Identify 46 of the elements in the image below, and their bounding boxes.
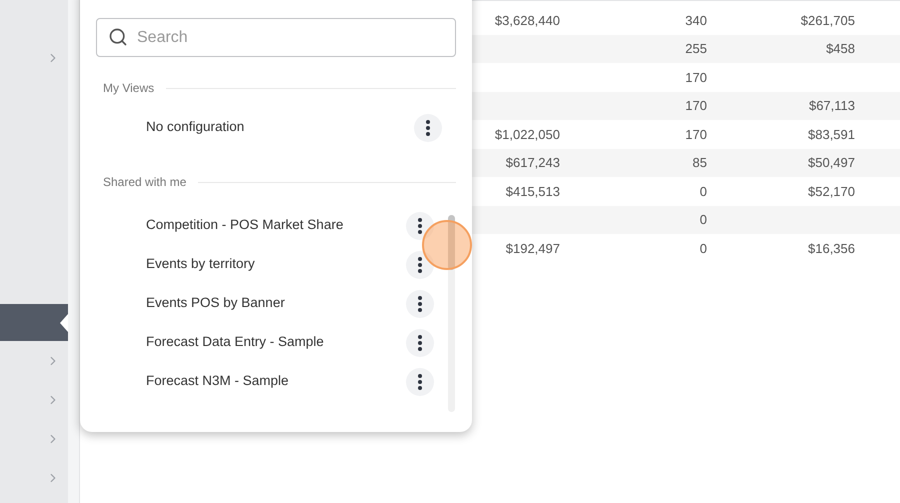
table-cell: $261,705	[800, 12, 855, 28]
kebab-icon	[418, 374, 422, 390]
table-cell: $617,243	[506, 155, 560, 170]
table-cell: 170	[685, 98, 707, 113]
table-cell: 170	[685, 126, 707, 142]
view-item[interactable]: Competition - POS Market Share	[96, 206, 434, 245]
table-cell: 0	[700, 184, 707, 198]
view-item[interactable]: Events by territory	[96, 245, 434, 284]
click-indicator	[422, 220, 472, 270]
kebab-icon	[418, 218, 422, 234]
view-item[interactable]: No configuration	[96, 108, 442, 147]
table-cell: $83,591	[808, 126, 855, 142]
view-item[interactable]: Forecast N3M - Sample	[96, 362, 434, 401]
section-heading: My Views	[103, 80, 154, 97]
table-cell: $67,113	[808, 98, 855, 113]
section-heading: Shared with me	[103, 174, 186, 191]
more-options-button[interactable]	[406, 212, 434, 240]
table-cell: $50,497	[808, 155, 855, 170]
more-options-button[interactable]	[406, 250, 434, 278]
kebab-icon	[418, 256, 422, 272]
kebab-icon	[426, 120, 430, 136]
more-options-button[interactable]	[406, 328, 434, 356]
table-cell: 0	[700, 212, 707, 227]
table-cell: $3,628,440	[494, 12, 560, 28]
table-cell: 170	[685, 70, 707, 84]
search-icon	[108, 27, 128, 47]
table-cell: 0	[700, 240, 707, 256]
more-options-button[interactable]	[406, 290, 434, 318]
table-cell: 85	[692, 155, 707, 170]
search-field[interactable]: Search	[96, 18, 456, 57]
kebab-icon	[418, 296, 422, 312]
sidebar-item-selected[interactable]	[0, 304, 68, 341]
more-options-button[interactable]	[406, 368, 434, 396]
table-cell: $192,497	[506, 240, 560, 256]
view-item[interactable]: Events POS by Banner	[96, 284, 434, 323]
table-cell: $16,356	[808, 240, 855, 256]
table-cell: $52,170	[808, 184, 855, 198]
table-cell: $458	[826, 41, 855, 56]
table-cell: $415,513	[506, 184, 560, 198]
scrollbar-thumb[interactable]	[448, 215, 455, 270]
kebab-icon	[418, 334, 422, 350]
table-cell: 340	[685, 12, 707, 28]
table-cell: $1,022,050	[494, 126, 560, 142]
view-item[interactable]: Forecast Data Entry - Sample	[96, 323, 434, 362]
table-cell: 255	[685, 41, 707, 56]
more-options-button[interactable]	[414, 114, 442, 142]
